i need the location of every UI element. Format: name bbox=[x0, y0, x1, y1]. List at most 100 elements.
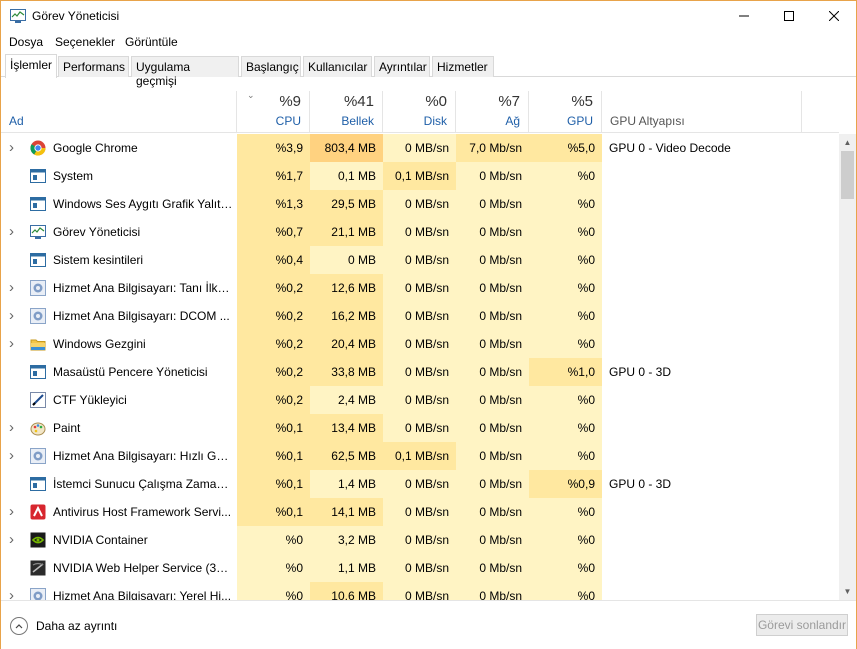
scroll-up-arrow-icon[interactable]: ▲ bbox=[839, 134, 856, 151]
cell-disk: 0 MB/sn bbox=[383, 134, 456, 162]
gear-icon bbox=[30, 280, 46, 296]
header-network[interactable]: %7 Ağ bbox=[456, 91, 529, 133]
cell-gpu: %0 bbox=[529, 582, 602, 600]
cell-net: 0 Mb/sn bbox=[456, 470, 529, 498]
cell-gpu: %0 bbox=[529, 526, 602, 554]
header-cpu[interactable]: ⌄ %9 CPU bbox=[237, 90, 310, 133]
process-row[interactable]: › Paint %0,1 13,4 MB 0 MB/sn 0 Mb/sn %0 bbox=[1, 414, 839, 442]
cell-mem: 13,4 MB bbox=[310, 414, 383, 442]
menu-file[interactable]: Dosya bbox=[9, 35, 43, 49]
tab-app-history[interactable]: Uygulama geçmişi bbox=[131, 56, 239, 88]
process-name: Hizmet Ana Bilgisayarı: Yerel Hi... bbox=[53, 589, 232, 600]
tab-processes[interactable]: İşlemler bbox=[5, 54, 57, 78]
menu-view[interactable]: Görüntüle bbox=[125, 35, 178, 49]
header-network-label: Ağ bbox=[505, 114, 520, 128]
chevron-right-icon[interactable]: › bbox=[9, 442, 21, 470]
tab-details[interactable]: Ayrıntılar bbox=[374, 56, 430, 77]
cell-disk: 0 MB/sn bbox=[383, 414, 456, 442]
process-row[interactable]: › Görev Yöneticisi %0,7 21,1 MB 0 MB/sn 0 Mb/… bbox=[1, 218, 839, 246]
header-gpu[interactable]: %5 GPU bbox=[529, 91, 602, 133]
cell-mem: 62,5 MB bbox=[310, 442, 383, 470]
cell-gpu: %0,9 bbox=[529, 470, 602, 498]
vertical-scrollbar[interactable]: ▲ ▼ bbox=[839, 134, 856, 600]
process-row[interactable]: › Hizmet Ana Bilgisayarı: Tanı İlke... %0,… bbox=[1, 274, 839, 302]
scroll-down-arrow-icon[interactable]: ▼ bbox=[839, 583, 856, 600]
chevron-right-icon[interactable]: › bbox=[9, 218, 21, 246]
cell-disk: 0 MB/sn bbox=[383, 582, 456, 600]
chevron-right-icon[interactable]: › bbox=[9, 582, 21, 600]
process-row[interactable]: CTF Yükleyici %0,2 2,4 MB 0 MB/sn 0 Mb/sn %0 bbox=[1, 386, 839, 414]
close-icon bbox=[829, 11, 839, 21]
cell-cpu: %0,2 bbox=[237, 358, 310, 386]
cell-mem: 0,1 MB bbox=[310, 162, 383, 190]
cell-mem: 21,1 MB bbox=[310, 218, 383, 246]
cell-disk: 0 MB/sn bbox=[383, 498, 456, 526]
chevron-right-icon[interactable]: › bbox=[9, 498, 21, 526]
process-row[interactable]: › Hizmet Ana Bilgisayarı: Hızlı Get... %0,… bbox=[1, 442, 839, 470]
end-task-button[interactable]: Görevi sonlandır bbox=[756, 614, 848, 636]
cell-disk: 0 MB/sn bbox=[383, 190, 456, 218]
header-memory[interactable]: %41 Bellek bbox=[310, 91, 383, 133]
process-row[interactable]: › NVIDIA Container %0 3,2 MB 0 MB/sn 0 Mb/sn%… bbox=[1, 526, 839, 554]
process-name: CTF Yükleyici bbox=[53, 393, 127, 407]
cell-mem: 3,2 MB bbox=[310, 526, 383, 554]
minimize-icon bbox=[739, 15, 749, 17]
tab-users[interactable]: Kullanıcılar bbox=[303, 56, 372, 77]
process-row[interactable]: Windows Ses Aygıtı Grafik Yalıtı... %1,3 2… bbox=[1, 190, 839, 218]
tab-label: Başlangıç bbox=[246, 60, 299, 74]
cell-cpu: %0,1 bbox=[237, 498, 310, 526]
cell-net: 0 Mb/sn bbox=[456, 302, 529, 330]
process-row[interactable]: NVIDIA Web Helper Service (32 ... %0 1,1 M… bbox=[1, 554, 839, 582]
title-bar: Görev Yöneticisi bbox=[1, 1, 856, 31]
header-gpu-engine[interactable]: GPU Altyapısı bbox=[602, 91, 802, 133]
chevron-right-icon[interactable]: › bbox=[9, 134, 21, 162]
process-row[interactable]: Masaüstü Pencere Yöneticisi %0,2 33,8 MB 0 … bbox=[1, 358, 839, 386]
tab-services[interactable]: Hizmetler bbox=[432, 56, 494, 77]
system-window-icon bbox=[30, 364, 46, 380]
process-row[interactable]: › Hizmet Ana Bilgisayarı: Yerel Hi... %0 10… bbox=[1, 582, 839, 600]
scroll-thumb[interactable] bbox=[841, 151, 854, 199]
cell-gpu-engine bbox=[602, 554, 802, 582]
process-name: Masaüstü Pencere Yöneticisi bbox=[53, 365, 208, 379]
header-name[interactable]: Ad bbox=[1, 91, 237, 133]
header-memory-label: Bellek bbox=[341, 114, 374, 128]
cell-gpu: %0 bbox=[529, 386, 602, 414]
menu-options[interactable]: Seçenekler bbox=[55, 35, 115, 49]
chevron-right-icon[interactable]: › bbox=[9, 526, 21, 554]
chevron-right-icon[interactable]: › bbox=[9, 414, 21, 442]
chevron-right-icon[interactable]: › bbox=[9, 330, 21, 358]
process-row[interactable]: › Antivirus Host Framework Servi... %0,1 14… bbox=[1, 498, 839, 526]
tab-performance[interactable]: Performans bbox=[58, 56, 129, 77]
cell-cpu: %0,1 bbox=[237, 470, 310, 498]
cell-gpu-engine bbox=[602, 162, 802, 190]
cell-disk: 0 MB/sn bbox=[383, 526, 456, 554]
cell-cpu: %0,4 bbox=[237, 246, 310, 274]
cell-gpu: %0 bbox=[529, 274, 602, 302]
cell-cpu: %1,7 bbox=[237, 162, 310, 190]
process-row[interactable]: › Windows Gezgini %0,2 20,4 MB 0 MB/sn 0 Mb/s… bbox=[1, 330, 839, 358]
process-row[interactable]: System %1,7 0,1 MB 0,1 MB/sn 0 Mb/sn %0 bbox=[1, 162, 839, 190]
cell-net: 0 Mb/sn bbox=[456, 162, 529, 190]
process-row[interactable]: › Hizmet Ana Bilgisayarı: DCOM ... %0,2 16,… bbox=[1, 302, 839, 330]
task-manager-icon bbox=[30, 224, 46, 240]
close-button[interactable] bbox=[811, 1, 857, 31]
cell-disk: 0 MB/sn bbox=[383, 302, 456, 330]
process-row[interactable]: İstemci Sunucu Çalışma Zaman... %0,1 1,4 M… bbox=[1, 470, 839, 498]
sort-down-icon: ⌄ bbox=[247, 90, 255, 100]
cell-gpu-engine bbox=[602, 330, 802, 358]
header-gpu-label: GPU bbox=[566, 114, 593, 128]
header-disk[interactable]: %0 Disk bbox=[383, 91, 456, 133]
cell-gpu-engine bbox=[602, 386, 802, 414]
less-details-button[interactable]: Daha az ayrıntı bbox=[10, 617, 117, 635]
cell-gpu-engine: GPU 0 - 3D bbox=[609, 365, 672, 379]
process-row[interactable]: Sistem kesintileri %0,4 0 MB 0 MB/sn 0 Mb/sn… bbox=[1, 246, 839, 274]
minimize-button[interactable] bbox=[721, 1, 767, 31]
tab-startup[interactable]: Başlangıç bbox=[241, 56, 301, 77]
menu-bar: Dosya Seçenekler Görüntüle bbox=[1, 32, 856, 52]
process-row[interactable]: › Google Chrome %3,9 803,4 MB 0 MB/sn 7,0 Mb/… bbox=[1, 134, 839, 162]
chevron-right-icon[interactable]: › bbox=[9, 274, 21, 302]
cell-gpu-engine bbox=[602, 274, 802, 302]
cell-mem: 1,4 MB bbox=[310, 470, 383, 498]
maximize-button[interactable] bbox=[766, 1, 812, 31]
chevron-right-icon[interactable]: › bbox=[9, 302, 21, 330]
